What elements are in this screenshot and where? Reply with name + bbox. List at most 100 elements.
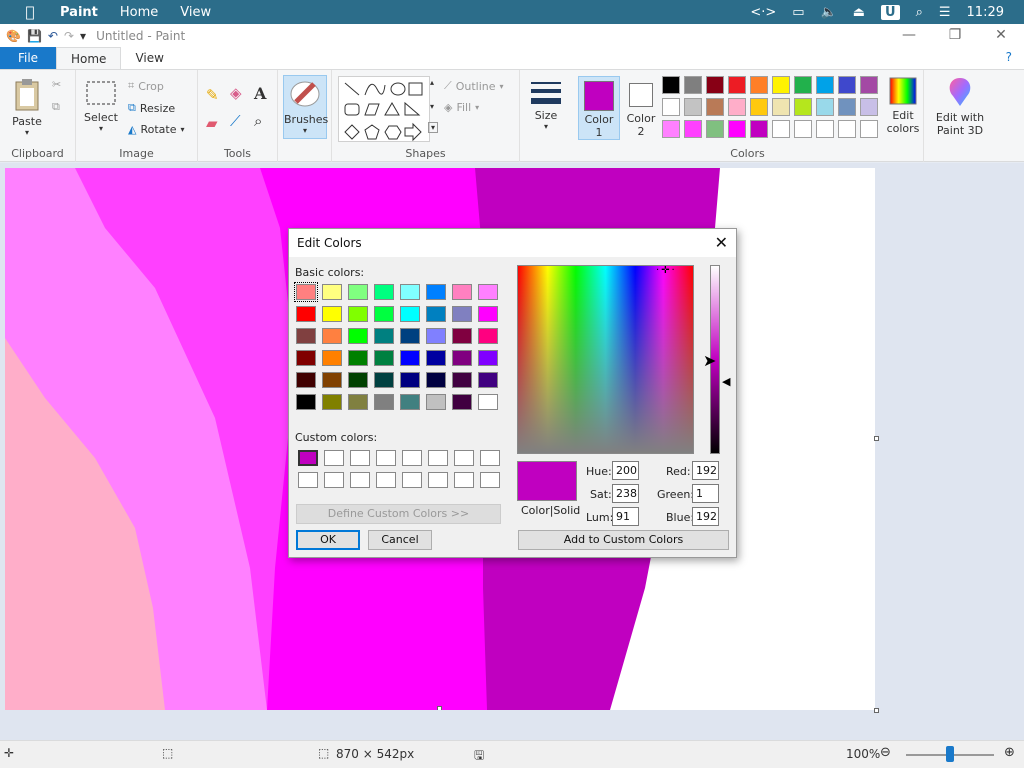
shapes-scroll-down[interactable]: ▾ (430, 102, 434, 111)
resize-button[interactable]: ⧉ Resize (128, 101, 175, 115)
basic-color-cell[interactable] (348, 350, 368, 366)
palette-swatch[interactable] (684, 120, 702, 138)
menu-home[interactable]: Home (120, 5, 158, 20)
palette-swatch[interactable] (816, 76, 834, 94)
palette-swatch[interactable] (750, 120, 768, 138)
basic-color-cell[interactable] (322, 372, 342, 388)
palette-swatch[interactable] (772, 76, 790, 94)
basic-color-cell[interactable] (478, 328, 498, 344)
select-button[interactable]: Select ▾ (84, 80, 118, 133)
palette-swatch[interactable] (772, 120, 790, 138)
tab-file[interactable]: File (0, 47, 56, 69)
palette-swatch[interactable] (706, 98, 724, 116)
palette-swatch[interactable] (794, 120, 812, 138)
basic-color-cell[interactable] (374, 306, 394, 322)
search-icon[interactable]: ⌕ (916, 5, 923, 20)
basic-color-cell[interactable] (426, 350, 446, 366)
rotate-button[interactable]: ◭ Rotate ▾ (128, 123, 185, 136)
tab-home[interactable]: Home (56, 47, 122, 69)
custom-color-cell[interactable] (298, 450, 318, 466)
basic-color-cell[interactable] (322, 394, 342, 410)
basic-color-cell[interactable] (374, 394, 394, 410)
outline-button[interactable]: ⟋ Outline ▾ (444, 79, 504, 93)
basic-color-cell[interactable] (452, 284, 472, 300)
color-spectrum[interactable]: ·✛· (517, 265, 694, 454)
palette-swatch[interactable] (838, 76, 856, 94)
palette-swatch[interactable] (816, 98, 834, 116)
cancel-button[interactable]: Cancel (368, 530, 432, 550)
custom-color-cell[interactable] (324, 472, 344, 488)
eject-icon[interactable]: ⏏ (853, 5, 865, 20)
basic-color-cell[interactable] (322, 284, 342, 300)
volume-icon[interactable]: 🔈 (821, 5, 837, 20)
custom-color-cell[interactable] (324, 450, 344, 466)
basic-color-cell[interactable] (478, 394, 498, 410)
palette-swatch[interactable] (816, 120, 834, 138)
palette-swatch[interactable] (728, 76, 746, 94)
basic-color-cell[interactable] (426, 328, 446, 344)
crop-button[interactable]: ⌗ Crop (128, 79, 164, 93)
palette-swatch[interactable] (860, 76, 878, 94)
basic-color-cell[interactable] (296, 350, 316, 366)
zoom-in-button[interactable]: ⊕ (1004, 745, 1015, 760)
basic-color-cell[interactable] (400, 394, 420, 410)
cut-icon[interactable]: ✂ (52, 78, 61, 91)
basic-color-cell[interactable] (426, 284, 446, 300)
palette-swatch[interactable] (684, 76, 702, 94)
palette-swatch[interactable] (750, 76, 768, 94)
define-custom-colors-button[interactable]: Define Custom Colors >> (296, 504, 501, 524)
undo-icon[interactable]: ↶ (48, 29, 58, 43)
palette-swatch[interactable] (750, 98, 768, 116)
size-button[interactable]: Size ▾ (526, 78, 566, 131)
basic-color-cell[interactable] (426, 372, 446, 388)
palette-swatch[interactable] (794, 76, 812, 94)
paste-button[interactable]: Paste ▾ (8, 76, 46, 137)
palette-swatch[interactable] (706, 120, 724, 138)
basic-color-cell[interactable] (478, 306, 498, 322)
palette-swatch[interactable] (662, 120, 680, 138)
palette-swatch[interactable] (684, 98, 702, 116)
basic-color-cell[interactable] (452, 350, 472, 366)
apple-icon[interactable]:  (0, 3, 60, 21)
basic-color-cell[interactable] (374, 328, 394, 344)
custom-color-cell[interactable] (350, 472, 370, 488)
red-field[interactable]: 192 (692, 461, 719, 480)
text-tool-icon[interactable]: A (254, 84, 266, 103)
hue-field[interactable]: 200 (612, 461, 639, 480)
palette-swatch[interactable] (860, 120, 878, 138)
basic-color-cell[interactable] (400, 350, 420, 366)
palette-swatch[interactable] (662, 98, 680, 116)
custom-color-cell[interactable] (480, 472, 500, 488)
eraser-icon[interactable]: ▰ (206, 114, 218, 132)
basic-color-cell[interactable] (400, 284, 420, 300)
dialog-close-button[interactable]: ✕ (715, 229, 728, 257)
basic-color-cell[interactable] (374, 284, 394, 300)
redo-icon[interactable]: ↷ (64, 29, 74, 43)
monitor-icon[interactable]: ▭ (792, 5, 804, 20)
custom-color-cell[interactable] (376, 472, 396, 488)
palette-swatch[interactable] (772, 98, 790, 116)
basic-color-cell[interactable] (400, 372, 420, 388)
add-to-custom-colors-button[interactable]: Add to Custom Colors (518, 530, 729, 550)
shapes-expand[interactable]: ▾ (428, 122, 439, 133)
basic-color-cell[interactable] (294, 282, 318, 302)
resize-handle-bottom[interactable] (437, 706, 442, 710)
basic-color-cell[interactable] (322, 306, 342, 322)
custom-color-cell[interactable] (454, 450, 474, 466)
palette-swatch[interactable] (728, 98, 746, 116)
edit-with-paint3d-button[interactable]: Edit with Paint 3D (932, 76, 988, 137)
basic-color-cell[interactable] (478, 372, 498, 388)
maximize-button[interactable]: ❐ (932, 24, 978, 46)
custom-color-cell[interactable] (402, 472, 422, 488)
basic-color-cell[interactable] (426, 394, 446, 410)
menu-app-name[interactable]: Paint (60, 5, 98, 20)
palette-swatch[interactable] (706, 76, 724, 94)
shapes-scroll-up[interactable]: ▴ (430, 78, 434, 87)
custom-color-cell[interactable] (376, 450, 396, 466)
basic-color-cell[interactable] (322, 350, 342, 366)
custom-color-cell[interactable] (350, 450, 370, 466)
lum-field[interactable]: 91 (612, 507, 639, 526)
code-icon[interactable]: <·> (750, 5, 776, 20)
basic-color-cell[interactable] (426, 306, 446, 322)
basic-color-cell[interactable] (348, 306, 368, 322)
